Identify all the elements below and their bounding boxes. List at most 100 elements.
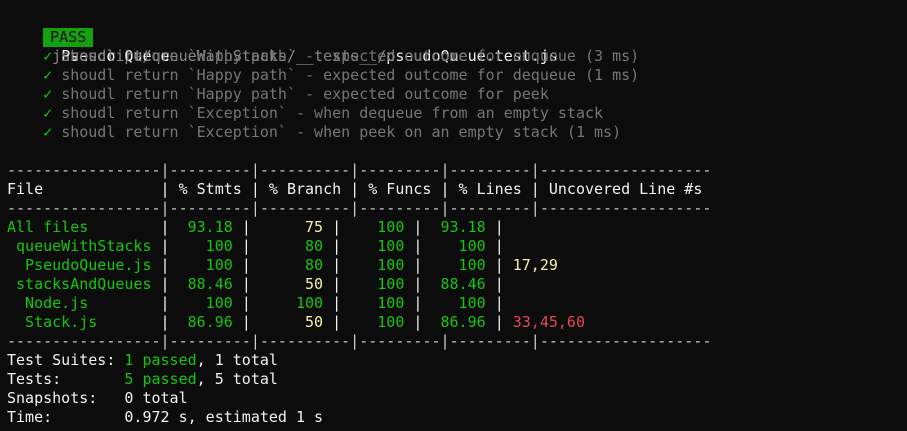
checkmark-icon: ✓: [43, 66, 53, 84]
column-divider: |: [332, 275, 342, 293]
coverage-separator: -----------------|---------|----------|-…: [7, 161, 712, 179]
checkmark-icon: ✓: [43, 85, 53, 103]
column-divider: |: [160, 256, 170, 274]
terminal-window[interactable]: PASS javascript/queueWithStacks/__tests_…: [0, 0, 907, 431]
summary-test-suites: Test Suites: 1 passed, 1 total: [7, 351, 278, 370]
coverage-stmts-cell: 100: [169, 256, 242, 274]
summary-total: , 1 total: [196, 351, 278, 369]
coverage-header-row: File | % Stmts | % Branch | % Funcs | % …: [7, 180, 712, 198]
column-divider: |: [160, 237, 170, 255]
test-description: shoudl return `Exception` - when peek on…: [61, 123, 622, 141]
test-result-line: ✓ shoudl return `Happy path` - expected …: [7, 85, 549, 104]
coverage-lines-cell: 88.46: [422, 275, 495, 293]
checkmark-icon: ✓: [43, 123, 53, 141]
coverage-uncovered-cell: 33,45,60: [512, 313, 585, 331]
column-divider: |: [241, 256, 251, 274]
cell-padding: [504, 275, 513, 293]
summary-passed: 1 passed: [124, 351, 197, 369]
cell-padding: [504, 218, 513, 236]
column-divider: |: [494, 218, 504, 236]
summary-snapshots: Snapshots: 0 total: [7, 389, 188, 408]
column-divider: |: [160, 294, 170, 312]
coverage-stmts-cell: 93.18: [169, 218, 242, 236]
suite-name-line: Pseudo Queue: [7, 28, 169, 65]
coverage-file-cell: queueWithStacks: [7, 237, 161, 255]
coverage-branch-cell: 75: [250, 218, 333, 236]
coverage-separator: -----------------|---------|----------|-…: [7, 332, 712, 350]
coverage-file-cell: PseudoQueue.js: [7, 256, 161, 274]
coverage-lines-cell: 100: [422, 256, 495, 274]
column-divider: |: [160, 275, 170, 293]
coverage-stmts-cell: 100: [169, 237, 242, 255]
coverage-stmts-cell: 100: [169, 294, 242, 312]
coverage-row: queueWithStacks | 100 | 80 | 100 | 100 |: [7, 237, 513, 256]
column-divider: |: [160, 218, 170, 236]
cell-padding: [504, 256, 513, 274]
column-divider: |: [241, 294, 251, 312]
summary-passed: 5 passed: [124, 370, 197, 388]
coverage-funcs-cell: 100: [341, 294, 414, 312]
coverage-file-cell: Node.js: [7, 294, 161, 312]
coverage-file-cell: Stack.js: [7, 313, 161, 331]
test-description: shoudl return `Happy path` - expected ou…: [61, 66, 640, 84]
coverage-lines-cell: 100: [422, 237, 495, 255]
summary-value: 0 total: [124, 389, 188, 407]
test-result-line: ✓ shoudl return `Exception` - when deque…: [7, 104, 603, 123]
coverage-file-cell: All files: [7, 218, 161, 236]
coverage-branch-cell: 100: [250, 294, 333, 312]
column-divider: |: [494, 237, 504, 255]
summary-label: Test Suites:: [7, 351, 125, 369]
column-divider: |: [332, 313, 342, 331]
test-result-line: ✓ shoudl return `Happy path` - expected …: [7, 66, 639, 85]
coverage-funcs-cell: 100: [341, 256, 414, 274]
test-file-header: PASS javascript/queueWithStacks/__tests_…: [7, 9, 558, 65]
column-divider: |: [160, 313, 170, 331]
summary-time: Time: 0.972 s, estimated 1 s: [7, 408, 323, 427]
coverage-funcs-cell: 100: [341, 237, 414, 255]
column-divider: |: [494, 275, 504, 293]
column-divider: |: [494, 313, 504, 331]
checkmark-icon: ✓: [43, 104, 53, 122]
test-result-line: ✓ shoudl return `Exception` - when peek …: [7, 123, 621, 142]
cell-padding: [504, 294, 513, 312]
coverage-lines-cell: 100: [422, 294, 495, 312]
coverage-lines-cell: 93.18: [422, 218, 495, 236]
test-description: shoudl return `Exception` - when dequeue…: [61, 104, 604, 122]
summary-label: Time:: [7, 408, 125, 426]
coverage-funcs-cell: 100: [341, 218, 414, 236]
coverage-row: Node.js | 100 | 100 | 100 | 100 |: [7, 294, 513, 313]
coverage-row: PseudoQueue.js | 100 | 80 | 100 | 100 | …: [7, 256, 558, 275]
test-result-line: ✓ shoudl return `Happy path` - expected …: [7, 47, 639, 66]
column-divider: |: [241, 237, 251, 255]
coverage-row: All files | 93.18 | 75 | 100 | 93.18 |: [7, 218, 513, 237]
coverage-funcs-cell: 100: [341, 313, 414, 331]
summary-tests: Tests: 5 passed, 5 total: [7, 370, 278, 389]
column-divider: |: [332, 237, 342, 255]
coverage-row: Stack.js | 86.96 | 50 | 100 | 86.96 | 33…: [7, 313, 585, 332]
test-description: shoudl return `Happy path` - expected ou…: [61, 85, 549, 103]
summary-label: Tests:: [7, 370, 125, 388]
coverage-branch-cell: 80: [250, 256, 333, 274]
coverage-lines-cell: 86.96: [422, 313, 495, 331]
coverage-row: stacksAndQueues | 88.46 | 50 | 100 | 88.…: [7, 275, 513, 294]
coverage-stmts-cell: 88.46: [169, 275, 242, 293]
cell-padding: [504, 237, 513, 255]
coverage-file-cell: stacksAndQueues: [7, 275, 161, 293]
summary-value: 0.972 s, estimated 1 s: [124, 408, 324, 426]
column-divider: |: [241, 313, 251, 331]
column-divider: |: [332, 294, 342, 312]
column-divider: |: [494, 256, 504, 274]
coverage-branch-cell: 50: [250, 275, 333, 293]
column-divider: |: [332, 256, 342, 274]
column-divider: |: [241, 218, 251, 236]
coverage-funcs-cell: 100: [341, 275, 414, 293]
column-divider: |: [332, 218, 342, 236]
checkmark-icon: ✓: [43, 47, 53, 65]
cell-padding: [504, 313, 513, 331]
column-divider: |: [241, 275, 251, 293]
coverage-uncovered-cell: 17,29: [512, 256, 558, 274]
summary-label: Snapshots:: [7, 389, 125, 407]
test-description: shoudl return `Happy path` - expected ou…: [61, 47, 640, 65]
column-divider: |: [494, 294, 504, 312]
summary-total: , 5 total: [196, 370, 278, 388]
